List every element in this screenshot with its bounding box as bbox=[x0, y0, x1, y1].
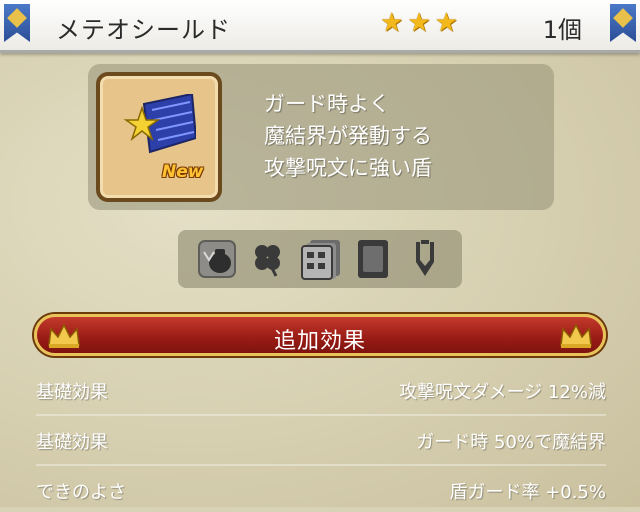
item-description: ガード時よく 魔結界が発動する 攻撃呪文に強い盾 bbox=[264, 88, 432, 184]
star-icon: ★ bbox=[434, 8, 458, 38]
stat-value: ガード時 50%で魔結界 bbox=[416, 432, 606, 453]
bag-icon bbox=[196, 238, 238, 280]
divider bbox=[36, 464, 606, 466]
item-name: メテオシールド bbox=[56, 16, 231, 44]
cards-icon bbox=[300, 238, 342, 280]
description-line: 魔結界が発動する bbox=[264, 124, 432, 148]
item-quantity: 1個 bbox=[542, 16, 582, 44]
crown-icon bbox=[560, 323, 592, 348]
meteor-shield-icon bbox=[123, 94, 196, 154]
stat-label: 基礎効果 bbox=[36, 432, 108, 453]
card-icon bbox=[352, 238, 394, 280]
stat-value: 攻撃呪文ダメージ 12%減 bbox=[399, 382, 606, 403]
divider bbox=[36, 414, 606, 416]
clover-icon bbox=[246, 238, 288, 280]
gear-icon bbox=[404, 238, 446, 280]
rarity-stars: ★ ★ ★ bbox=[380, 8, 458, 38]
stat-label: できのよさ bbox=[36, 482, 126, 503]
stat-value: 盾ガード率 +0.5% bbox=[449, 482, 606, 503]
description-line: ガード時よく bbox=[264, 92, 390, 116]
new-badge: New bbox=[162, 162, 204, 182]
section-banner: 追加効果 bbox=[34, 314, 606, 356]
section-title: 追加効果 bbox=[273, 329, 366, 354]
stat-label: 基礎効果 bbox=[36, 382, 108, 403]
star-icon: ★ bbox=[407, 8, 431, 38]
stat-row: できのよさ 盾ガード率 +0.5% bbox=[36, 468, 606, 512]
corner-ornament-right bbox=[610, 4, 636, 42]
corner-ornament-left bbox=[4, 4, 30, 42]
title-bar: メテオシールド ★ ★ ★ 1個 bbox=[0, 0, 640, 53]
star-icon: ★ bbox=[380, 8, 404, 38]
item-icon-frame[interactable]: New bbox=[96, 72, 222, 202]
description-line: 攻撃呪文に強い盾 bbox=[264, 156, 432, 180]
stat-row: 基礎効果 攻撃呪文ダメージ 12%減 bbox=[36, 368, 606, 412]
stat-row: 基礎効果 ガード時 50%で魔結界 bbox=[36, 418, 606, 462]
